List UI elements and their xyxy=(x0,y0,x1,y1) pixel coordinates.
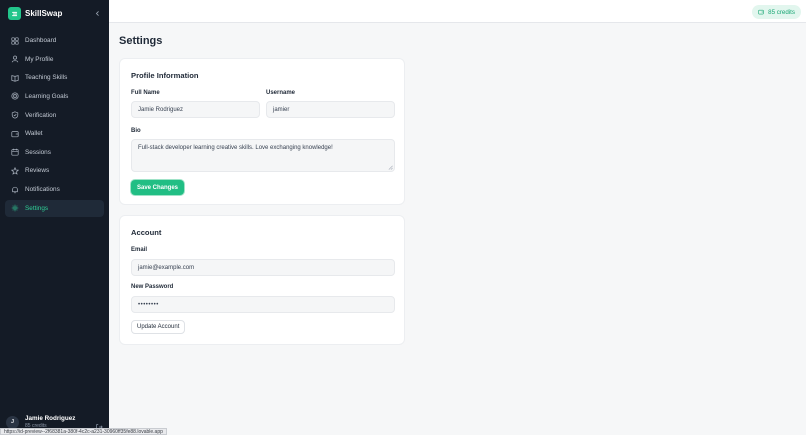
gear-icon xyxy=(11,204,19,212)
sidebar-item-my-profile[interactable]: My Profile xyxy=(5,51,104,68)
sidebar-item-label: Dashboard xyxy=(25,37,57,44)
card-title: Profile Information xyxy=(131,71,199,80)
wallet-icon xyxy=(11,130,19,138)
update-account-button[interactable]: Update Account xyxy=(131,320,186,334)
sidebar-item-wallet[interactable]: Wallet xyxy=(5,125,104,142)
dashboard-icon xyxy=(11,36,19,45)
sidebar-item-settings[interactable]: Settings xyxy=(5,199,104,217)
sidebar-item-dashboard[interactable]: Dashboard xyxy=(5,32,104,49)
sidebar-nav: Dashboard My Profile Teaching Skills Lea… xyxy=(5,32,104,218)
sidebar-item-label: Learning Goals xyxy=(25,92,69,100)
sidebar-item-label: Settings xyxy=(25,204,49,212)
app-name: SkillSwap xyxy=(25,9,63,18)
username-label: Username xyxy=(266,90,296,96)
sidebar-item-label: Verification xyxy=(25,111,57,119)
calendar-icon xyxy=(11,148,19,156)
full-name-field[interactable]: Jamie Rodriguez xyxy=(131,101,260,118)
target-icon xyxy=(11,92,19,100)
account-card: Account Email jamie@example.com New Pass… xyxy=(119,215,405,345)
card-title: Account xyxy=(131,228,162,237)
credits-badge-label: 85 credits xyxy=(768,8,795,16)
brand[interactable]: SkillSwap xyxy=(8,7,62,20)
sidebar-item-label: My Profile xyxy=(25,55,54,63)
full-name-label: Full Name xyxy=(131,90,160,96)
status-bar-url: https://id-preview--2f68381a-380f-4c2c-a… xyxy=(0,428,167,435)
sidebar-item-label: Wallet xyxy=(25,130,43,138)
sidebar-item-label: Sessions xyxy=(25,148,51,156)
email-label: Email xyxy=(131,247,148,253)
new-password-field[interactable]: •••••••• xyxy=(131,296,395,313)
sidebar: SkillSwap Dashboard My Profile Teaching … xyxy=(0,0,109,435)
email-field[interactable]: jamie@example.com xyxy=(131,259,395,276)
top-bar: 85 credits xyxy=(109,0,806,23)
sidebar-item-notifications[interactable]: Notifications xyxy=(5,181,104,198)
shield-icon xyxy=(11,111,19,119)
credits-badge[interactable]: 85 credits xyxy=(752,5,801,19)
logout-icon[interactable] xyxy=(95,418,103,430)
new-password-label: New Password xyxy=(131,284,174,290)
wallet-icon xyxy=(758,9,764,15)
star-icon xyxy=(11,166,19,175)
profile-information-card: Profile Information Full Name Jamie Rodr… xyxy=(119,58,405,205)
sidebar-item-label: Notifications xyxy=(25,186,60,194)
sidebar-item-learning-goals[interactable]: Learning Goals xyxy=(5,88,104,105)
sidebar-item-label: Teaching Skills xyxy=(25,74,68,82)
sidebar-item-verification[interactable]: Verification xyxy=(5,107,104,124)
avatar: J xyxy=(6,415,19,429)
page-title: Settings xyxy=(119,35,163,47)
bio-label: Bio xyxy=(131,128,141,134)
sidebar-item-label: Reviews xyxy=(25,167,50,175)
bio-text: Full-stack developer learning creative s… xyxy=(138,145,333,151)
username-field[interactable]: jamier xyxy=(266,101,395,118)
sidebar-item-reviews[interactable]: Reviews xyxy=(5,162,104,179)
user-icon xyxy=(11,55,19,63)
bio-field[interactable]: Full-stack developer learning creative s… xyxy=(131,139,395,172)
collapse-sidebar-icon[interactable] xyxy=(92,8,102,18)
sidebar-item-sessions[interactable]: Sessions xyxy=(5,144,104,161)
logo-icon xyxy=(8,7,21,20)
save-changes-button[interactable]: Save Changes xyxy=(131,180,185,195)
user-name: Jamie Rodriguez xyxy=(25,415,76,422)
resize-handle-icon[interactable] xyxy=(388,165,393,170)
bell-icon xyxy=(11,186,19,194)
sidebar-item-teaching-skills[interactable]: Teaching Skills xyxy=(5,69,104,86)
book-icon xyxy=(11,74,19,82)
